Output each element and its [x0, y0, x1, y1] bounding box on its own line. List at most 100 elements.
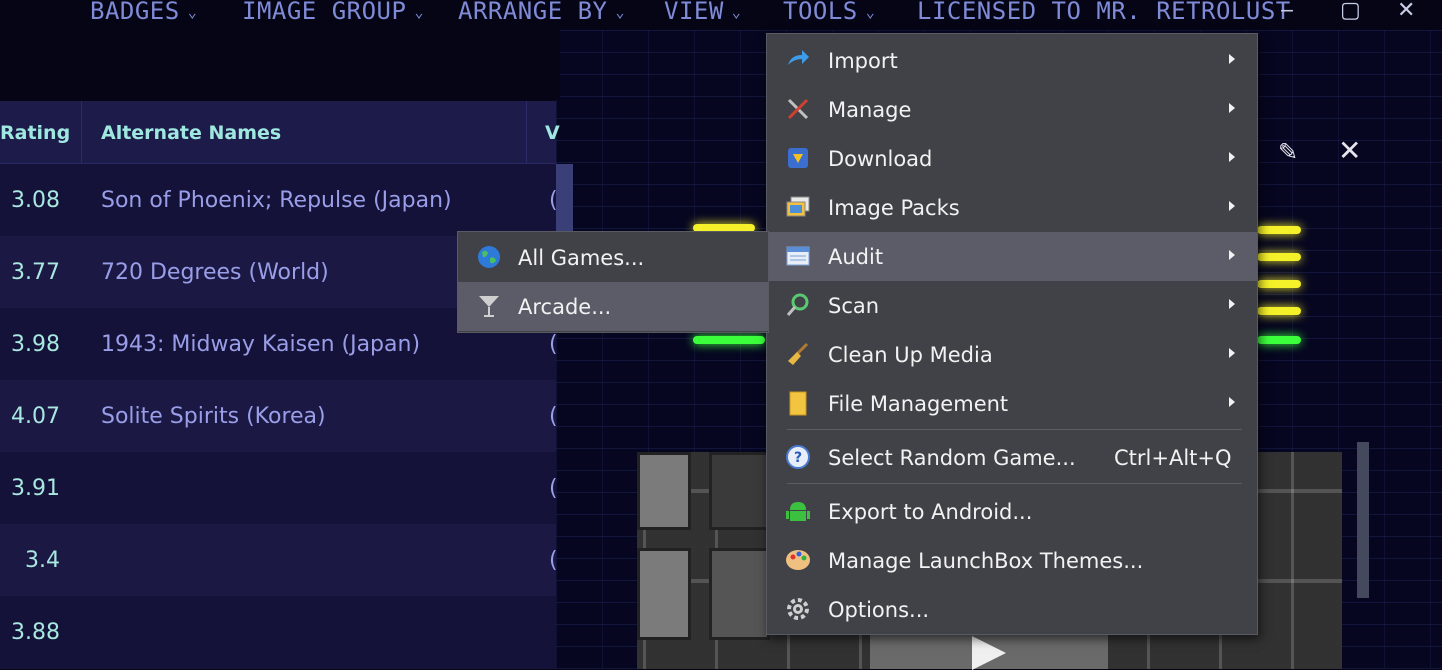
- submenu-arrow-icon: [1229, 54, 1235, 64]
- column-divider[interactable]: [526, 101, 527, 163]
- menu-item-clean-up-media[interactable]: Clean Up Media: [767, 330, 1257, 379]
- menu-badges[interactable]: BADGES ⌄: [90, 0, 197, 25]
- minimize-button[interactable]: ‒: [1280, 0, 1294, 23]
- menu-item-download[interactable]: Download: [767, 134, 1257, 183]
- grid-header: Rating Alternate Names V: [0, 101, 560, 164]
- menu-item-manage-themes[interactable]: Manage LaunchBox Themes...: [767, 536, 1257, 585]
- menu-item-file-management[interactable]: File Management: [767, 379, 1257, 428]
- submenu-arrow-icon: [1229, 397, 1235, 407]
- play-icon[interactable]: [972, 636, 1006, 670]
- menu-item-options[interactable]: Options...: [767, 585, 1257, 634]
- table-row[interactable]: 3.91 (: [0, 452, 558, 524]
- glow-bar: [693, 336, 765, 344]
- table-row[interactable]: 3.4 (: [0, 524, 558, 596]
- rating-cell: 4.07: [11, 404, 60, 429]
- menu-item-manage[interactable]: Manage: [767, 85, 1257, 134]
- submenu-arrow-icon: [1229, 250, 1235, 260]
- screenshot-tile: [709, 548, 770, 640]
- menu-item-label: File Management: [828, 392, 1009, 416]
- download-icon: [788, 148, 808, 168]
- rating-cell: 3.91: [11, 476, 60, 501]
- menu-image-group-label: IMAGE GROUP: [242, 0, 407, 25]
- menu-arrange-by[interactable]: ARRANGE BY ⌄: [458, 0, 625, 25]
- submenu-item-label: Arcade...: [518, 295, 612, 319]
- android-icon: [786, 502, 810, 521]
- image-packs-icon: [786, 196, 810, 217]
- menu-item-image-packs[interactable]: Image Packs: [767, 183, 1257, 232]
- glow-bar: [1257, 280, 1301, 288]
- submenu-item-all-games[interactable]: All Games...: [458, 233, 768, 282]
- alternate-names-cell: 1943: Midway Kaisen (Japan): [101, 332, 421, 357]
- maximize-button[interactable]: ▢: [1340, 0, 1361, 23]
- chevron-down-icon: ⌄: [865, 3, 876, 21]
- rating-cell: 3.77: [11, 260, 60, 285]
- menu-item-import[interactable]: Import: [767, 36, 1257, 85]
- menu-tools[interactable]: TOOLS ⌄: [783, 0, 875, 25]
- screenshot-tile: [637, 452, 691, 530]
- chevron-down-icon: ⌄: [187, 3, 198, 21]
- menu-separator: [787, 483, 1242, 484]
- menu-image-group[interactable]: IMAGE GROUP ⌄: [242, 0, 424, 25]
- partial-cell: (: [549, 548, 558, 573]
- pencil-icon[interactable]: ✎: [1278, 138, 1306, 166]
- close-window-button[interactable]: ✕: [1397, 0, 1415, 23]
- audit-icon: [786, 246, 810, 266]
- alternate-names-cell: Son of Phoenix; Repulse (Japan): [101, 188, 452, 213]
- menu-separator: [787, 429, 1242, 430]
- shortcut-label: Ctrl+Alt+Q: [1114, 446, 1232, 470]
- menu-item-audit[interactable]: Audit: [767, 232, 1257, 281]
- rating-cell: 3.98: [11, 332, 60, 357]
- menu-item-label: Audit: [828, 245, 884, 269]
- glow-bar: [1257, 226, 1301, 234]
- gear-icon: [787, 598, 809, 620]
- glow-bar: [1257, 307, 1301, 315]
- license-label: LICENSED TO MR. RETROLUST: [917, 0, 1291, 25]
- broom-icon: [788, 342, 809, 365]
- submenu-arrow-icon: [1229, 103, 1235, 113]
- top-menu-bar: BADGES ⌄ IMAGE GROUP ⌄ ARRANGE BY ⌄ VIEW ⌄ T…: [0, 0, 1442, 30]
- close-icon[interactable]: ✕: [1338, 134, 1361, 167]
- menu-view[interactable]: VIEW ⌄: [664, 0, 741, 25]
- column-divider[interactable]: [81, 101, 82, 163]
- rating-cell: 3.4: [25, 548, 60, 573]
- menu-item-export-to-android[interactable]: Export to Android...: [767, 487, 1257, 536]
- question-icon: ?: [786, 445, 810, 469]
- partial-cell: (: [549, 404, 558, 429]
- partial-cell: (: [549, 476, 558, 501]
- column-header-partial[interactable]: V: [545, 101, 560, 163]
- submenu-arrow-icon: [1229, 299, 1235, 309]
- column-header-alternate-names[interactable]: Alternate Names: [101, 101, 281, 163]
- table-row[interactable]: 3.88: [0, 596, 556, 668]
- submenu-item-arcade[interactable]: Arcade...: [458, 282, 768, 331]
- menu-item-label: Options...: [828, 598, 930, 622]
- alternate-names-cell: 720 Degrees (World): [101, 260, 329, 285]
- menu-item-label: Scan: [828, 294, 880, 318]
- license-text: LICENSED TO MR. RETROLUST: [917, 0, 1291, 25]
- menu-badges-label: BADGES: [90, 0, 180, 25]
- games-grid[interactable]: Rating Alternate Names V 3.08 Son of Pho…: [0, 101, 560, 669]
- globe-icon: [478, 246, 500, 268]
- toolbar-spacer: [0, 30, 560, 100]
- scan-icon: [786, 293, 809, 316]
- column-header-rating[interactable]: Rating: [0, 101, 70, 163]
- menu-item-scan[interactable]: Scan: [767, 281, 1257, 330]
- menu-item-label: Manage LaunchBox Themes...: [828, 549, 1144, 573]
- palette-icon: [786, 550, 810, 570]
- chevron-down-icon: ⌄: [414, 3, 424, 21]
- rating-cell: 3.88: [11, 620, 60, 645]
- submenu-arrow-icon: [1229, 152, 1235, 162]
- table-row[interactable]: 4.07 Solite Spirits (Korea) (: [0, 380, 558, 452]
- grid-scrollbar-thumb[interactable]: [556, 164, 573, 234]
- menu-arrange-by-label: ARRANGE BY: [458, 0, 608, 25]
- screenshot-tile: [709, 452, 770, 530]
- menu-tools-label: TOOLS: [783, 0, 858, 25]
- table-row[interactable]: 3.08 Son of Phoenix; Repulse (Japan) (: [0, 164, 558, 236]
- submenu-arrow-icon: [1229, 201, 1235, 211]
- audit-submenu: All Games... Arcade...: [457, 231, 769, 333]
- menu-item-label: Import: [828, 49, 898, 73]
- chevron-down-icon: ⌄: [615, 3, 626, 21]
- details-scrollbar[interactable]: [1357, 442, 1369, 598]
- folder-icon: [789, 391, 807, 416]
- menu-item-select-random-game[interactable]: ? Select Random Game... Ctrl+Alt+Q: [767, 433, 1257, 482]
- menu-item-label: Export to Android...: [828, 500, 1033, 524]
